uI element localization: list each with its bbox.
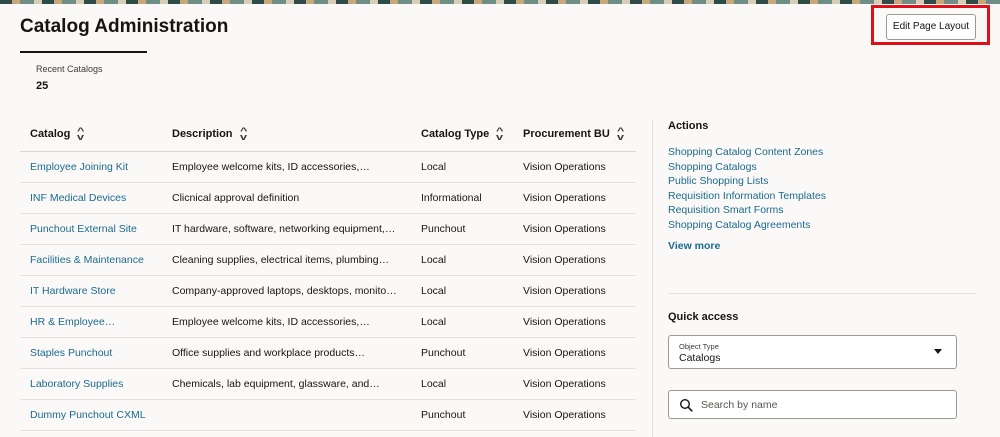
- panel-divider: [652, 120, 653, 437]
- object-type-label: Object Type: [679, 342, 719, 351]
- catalog-link[interactable]: Dummy Punchout CXML: [30, 409, 146, 421]
- description-cell: Cleaning supplies, electrical items, plu…: [172, 254, 390, 266]
- description-cell: Chemicals, lab equipment, glassware, and…: [172, 378, 380, 390]
- catalog-link[interactable]: INF Medical Devices: [30, 192, 126, 204]
- catalog-type-cell: Local: [421, 378, 447, 390]
- catalog-type-cell: Local: [421, 316, 447, 328]
- view-more-link[interactable]: View more: [668, 240, 720, 252]
- action-link-requisition-templates[interactable]: Requisition Information Templates: [668, 189, 826, 204]
- object-type-value: Catalogs: [679, 352, 721, 364]
- chevron-down-icon[interactable]: [934, 349, 942, 354]
- sort-icon[interactable]: ^ v: [239, 127, 246, 142]
- catalog-type-cell: Punchout: [421, 347, 466, 359]
- description-cell: Employee welcome kits, ID accessories,…: [172, 161, 370, 173]
- catalog-type-cell: Punchout: [421, 409, 466, 421]
- procurement-bu-cell: Vision Operations: [523, 254, 606, 266]
- action-link-content-zones[interactable]: Shopping Catalog Content Zones: [668, 145, 826, 160]
- column-header-catalog-type[interactable]: Catalog Type ^ v: [421, 127, 504, 142]
- catalog-table: Catalog ^ v Description ^ v Catalog Type ^…: [20, 120, 636, 431]
- description-cell: IT hardware, software, networking equipm…: [172, 223, 396, 235]
- section-divider: [668, 293, 976, 294]
- procurement-bu-cell: Vision Operations: [523, 347, 606, 359]
- catalog-link[interactable]: IT Hardware Store: [30, 285, 116, 297]
- table-row: Employee Joining Kit Employee welcome ki…: [20, 152, 636, 183]
- catalog-link[interactable]: Laboratory Supplies: [30, 378, 123, 390]
- quick-access-title: Quick access: [668, 311, 739, 323]
- procurement-bu-cell: Vision Operations: [523, 161, 606, 173]
- table-row: Laboratory Supplies Chemicals, lab equip…: [20, 369, 636, 400]
- table-row: INF Medical Devices Clicnical approval d…: [20, 183, 636, 214]
- catalog-link[interactable]: Punchout External Site: [30, 223, 137, 235]
- catalog-type-cell: Informational: [421, 192, 482, 204]
- table-row: IT Hardware Store Company-approved lapto…: [20, 276, 636, 307]
- action-link-public-shopping-lists[interactable]: Public Shopping Lists: [668, 174, 826, 189]
- sort-icon[interactable]: ^ v: [496, 127, 503, 142]
- catalog-link[interactable]: Staples Punchout: [30, 347, 112, 359]
- search-input[interactable]: [701, 395, 941, 415]
- procurement-bu-cell: Vision Operations: [523, 285, 606, 297]
- procurement-bu-cell: Vision Operations: [523, 223, 606, 235]
- catalog-type-cell: Local: [421, 285, 447, 297]
- procurement-bu-cell: Vision Operations: [523, 409, 606, 421]
- table-row: Staples Punchout Office supplies and wor…: [20, 338, 636, 369]
- description-cell: Employee welcome kits, ID accessories,…: [172, 316, 370, 328]
- column-header-description[interactable]: Description ^ v: [172, 127, 247, 142]
- table-row: HR & Employee… Employee welcome kits, ID…: [20, 307, 636, 338]
- catalog-link[interactable]: Employee Joining Kit: [30, 161, 128, 173]
- description-cell: Office supplies and workplace products…: [172, 347, 365, 359]
- table-row: Facilities & Maintenance Cleaning suppli…: [20, 245, 636, 276]
- description-cell: Clicnical approval definition: [172, 192, 300, 204]
- procurement-bu-cell: Vision Operations: [523, 378, 606, 390]
- column-header-procurement-bu[interactable]: Procurement BU ^ v: [523, 127, 624, 142]
- header-banner-strip: [0, 0, 1000, 4]
- table-row: Punchout External Site IT hardware, soft…: [20, 214, 636, 245]
- catalog-type-cell: Local: [421, 254, 447, 266]
- procurement-bu-cell: Vision Operations: [523, 316, 606, 328]
- recent-catalogs-label[interactable]: Recent Catalogs: [36, 64, 103, 74]
- tab-underline: [20, 51, 147, 53]
- column-header-catalog[interactable]: Catalog ^ v: [30, 127, 85, 142]
- description-cell: Company-approved laptops, desktops, moni…: [172, 285, 397, 297]
- recent-catalogs-count[interactable]: 25: [36, 80, 48, 92]
- edit-page-layout-button[interactable]: Edit Page Layout: [886, 14, 976, 40]
- procurement-bu-cell: Vision Operations: [523, 192, 606, 204]
- object-type-select[interactable]: Object Type Catalogs: [668, 335, 957, 369]
- action-link-shopping-catalogs[interactable]: Shopping Catalogs: [668, 160, 826, 175]
- actions-list: Shopping Catalog Content Zones Shopping …: [668, 145, 826, 233]
- catalog-type-cell: Punchout: [421, 223, 466, 235]
- table-header: Catalog ^ v Description ^ v Catalog Type ^…: [20, 120, 636, 152]
- actions-title: Actions: [668, 120, 709, 132]
- catalog-link[interactable]: HR & Employee…: [30, 316, 115, 328]
- catalog-link[interactable]: Facilities & Maintenance: [30, 254, 144, 266]
- search-icon: [679, 398, 693, 412]
- table-row: Dummy Punchout CXML Punchout Vision Oper…: [20, 400, 636, 431]
- sort-icon[interactable]: ^ v: [77, 127, 84, 142]
- search-box[interactable]: [668, 390, 957, 419]
- catalog-type-cell: Local: [421, 161, 447, 173]
- action-link-requisition-smart-forms[interactable]: Requisition Smart Forms: [668, 203, 826, 218]
- sort-icon[interactable]: ^ v: [617, 127, 624, 142]
- action-link-catalog-agreements[interactable]: Shopping Catalog Agreements: [668, 218, 826, 233]
- page-title: Catalog Administration: [20, 16, 229, 37]
